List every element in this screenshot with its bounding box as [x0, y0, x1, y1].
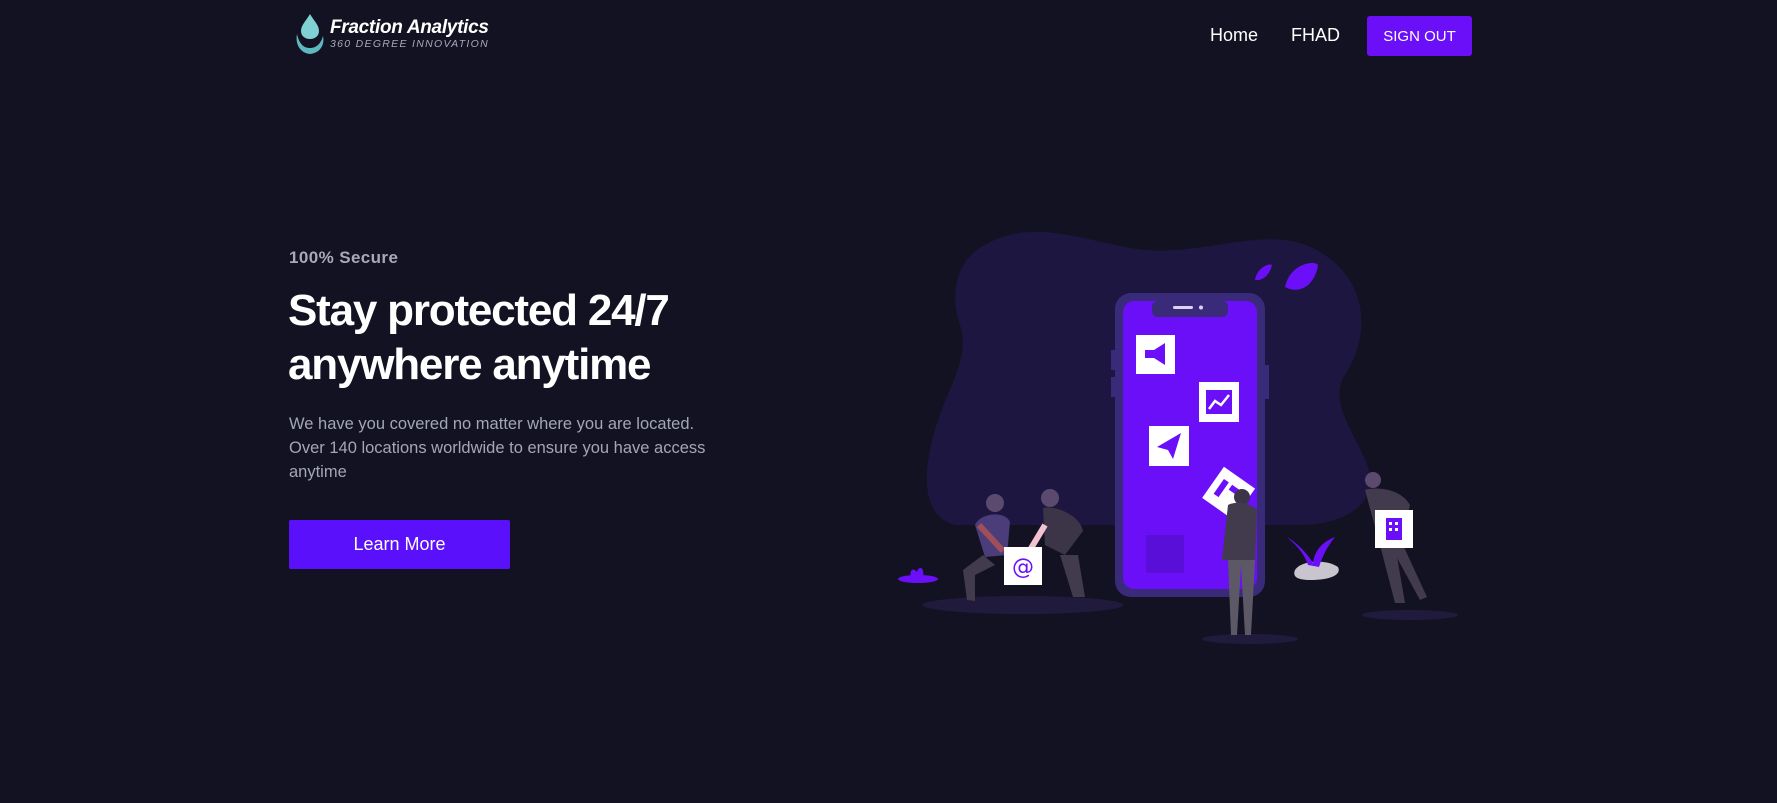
- hero-eyebrow: 100% Secure: [289, 248, 399, 267]
- brand-tagline: 360 DEGREE INNOVATION: [330, 38, 489, 51]
- hero-description: We have you covered no matter where you …: [289, 412, 729, 484]
- top-navbar: Fraction Analytics 360 DEGREE INNOVATION…: [0, 0, 1777, 72]
- brand-logo[interactable]: Fraction Analytics 360 DEGREE INNOVATION: [292, 12, 492, 56]
- sign-out-button[interactable]: SIGN OUT: [1367, 16, 1472, 56]
- description-line: We have you covered no matter where you …: [289, 415, 695, 433]
- nav-link-fhad[interactable]: FHAD: [1291, 25, 1340, 46]
- at-sign-icon: @: [1004, 547, 1042, 585]
- svg-text:@: @: [1012, 555, 1034, 580]
- description-line: Over 140 locations worldwide to ensure y…: [289, 439, 706, 457]
- megaphone-icon: [1136, 335, 1175, 374]
- ground-shadow: [923, 596, 1123, 614]
- nav-link-home[interactable]: Home: [1210, 25, 1258, 46]
- plant-icon: [910, 567, 924, 578]
- water-drop-logo-icon: [296, 14, 324, 54]
- chart-icon: [1199, 382, 1239, 422]
- hero-headline: Stay protected 24/7 anywhere anytime: [288, 284, 748, 392]
- headline-line: Stay protected 24/7: [288, 286, 670, 335]
- learn-more-button[interactable]: Learn More: [289, 520, 510, 569]
- people-with-phone-illustration: @: [898, 231, 1458, 644]
- building-icon: [1375, 510, 1413, 548]
- ground-shadow: [1362, 610, 1458, 620]
- description-line: anytime: [289, 463, 347, 481]
- brand-name: Fraction Analytics: [330, 17, 489, 39]
- paper-plane-icon: [1149, 426, 1189, 466]
- ground-shadow: [1202, 634, 1298, 644]
- headline-line: anywhere anytime: [288, 340, 652, 389]
